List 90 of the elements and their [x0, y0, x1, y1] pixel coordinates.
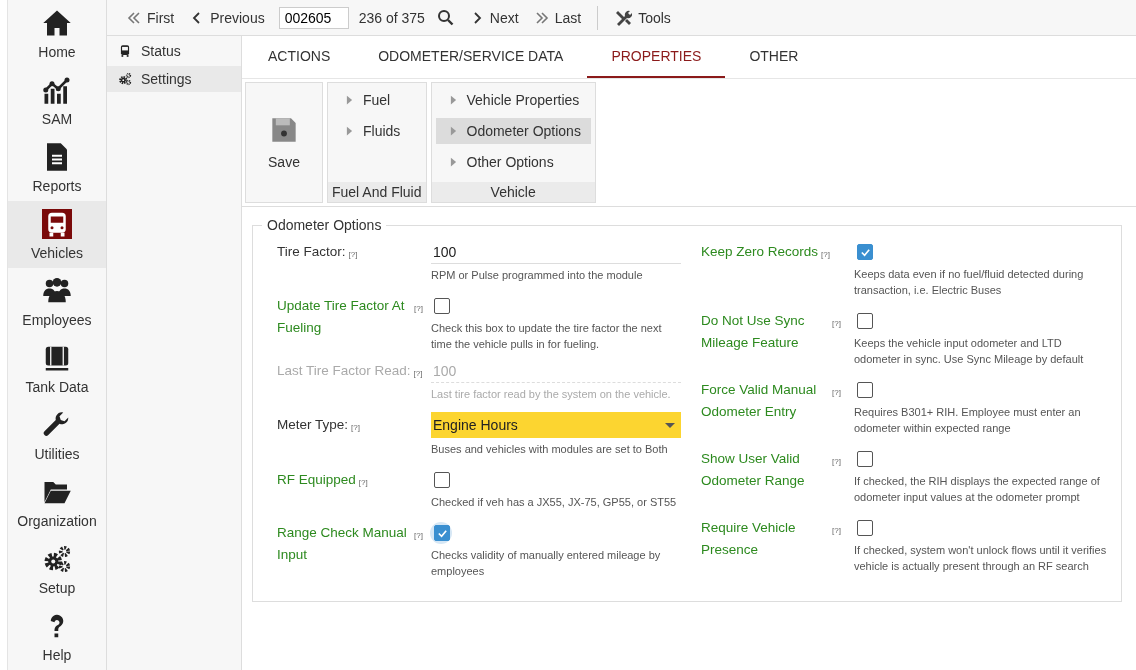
last-button[interactable]: Last [526, 3, 590, 32]
nav-item[interactable]: Organization [8, 469, 106, 536]
field-description: Check this box to update the tire factor the next time the vehicle pulls in for fueling. [431, 321, 663, 352]
help-link[interactable]: [?] [348, 250, 358, 259]
checkbox[interactable] [857, 520, 873, 536]
record-position: 236 of 375 [358, 9, 425, 26]
bus-icon [118, 44, 132, 58]
text-field: 100 [431, 360, 681, 383]
field-label: Do Not Use Sync Mileage Feature [701, 312, 806, 352]
help-link[interactable]: [?] [832, 319, 841, 328]
field-label: Meter Type: [277, 416, 349, 434]
side-menu-item[interactable]: Settings [107, 66, 241, 92]
check-icon [436, 527, 448, 539]
nav-item[interactable]: Vehicles [8, 201, 106, 268]
triangle-icon [449, 94, 457, 106]
tab[interactable]: PROPERTIES [587, 36, 726, 78]
field-description: Checked if veh has a JX55, JX-75, GP55, or ST55 [431, 495, 678, 510]
record-field[interactable]: 002605 [278, 6, 349, 29]
field-label: Require Vehicle Presence [701, 519, 797, 559]
checkbox[interactable] [434, 298, 450, 314]
ribbon-item[interactable]: Other Options [435, 149, 591, 175]
triangle-icon [449, 125, 457, 137]
field-description: Buses and vehicles with modules are set to Both [431, 442, 669, 457]
checkbox[interactable] [434, 472, 450, 488]
search-icon [436, 9, 454, 26]
triangle-icon [449, 156, 457, 168]
field-description: Keeps data even if no fuel/fluid detected during transaction, i.e. Electric Buses [854, 267, 1085, 298]
nav-item[interactable]: Utilities [8, 402, 106, 469]
nav-item[interactable]: Tank Data [8, 335, 106, 402]
help-link[interactable]: [?] [821, 250, 830, 259]
double-chevron-right-icon [534, 10, 549, 25]
tab[interactable]: OTHER [725, 36, 823, 78]
first-button[interactable]: First [119, 3, 183, 32]
field-description: Keeps the vehicle input odometer and LTD odometer in sync. Use Sync Mileage by default [854, 336, 1085, 367]
ribbon-item[interactable]: Vehicle Properties [435, 87, 591, 113]
field-description: Requires B301+ RIH. Employee must enter an odometer within expected range [854, 405, 1082, 436]
tab[interactable]: ACTIONS [244, 36, 355, 78]
tools-icon [614, 8, 633, 27]
field-label: Keep Zero Records [701, 243, 819, 261]
gears-icon [42, 543, 72, 574]
field-description: RPM or Pulse programmed into the module [431, 268, 644, 283]
field-label: Tire Factor: [277, 243, 346, 261]
tools-button[interactable]: Tools [606, 3, 679, 32]
ribbon-item[interactable]: Odometer Options [435, 118, 591, 144]
nav-item[interactable]: Setup [8, 536, 106, 603]
field-description: If checked, system won't unlock flows until it verifies vehicle is actually present through an RF search [854, 543, 1107, 574]
field-label: Update Tire Factor At Fueling [277, 297, 406, 337]
nav-item[interactable]: Help [8, 603, 106, 670]
field-label: RF Equipped [277, 471, 356, 489]
help-link[interactable]: [?] [414, 304, 423, 313]
field-label: Last Tire Factor Read: [277, 362, 411, 380]
next-button[interactable]: Next [461, 3, 527, 32]
triangle-icon [346, 94, 353, 106]
bus-icon [42, 208, 72, 239]
checkbox[interactable] [857, 382, 873, 398]
help-link[interactable]: [?] [414, 531, 423, 540]
field-description: Checks validity of manually entered mileage by employees [431, 548, 662, 579]
checkbox[interactable] [857, 451, 873, 467]
field-label: Range Check Manual Input [277, 524, 408, 564]
checkbox[interactable] [857, 313, 873, 329]
caret-icon [665, 422, 675, 428]
nav-item[interactable]: Home [8, 0, 106, 67]
ribbon-item[interactable]: Fuel [332, 87, 422, 113]
dropdown[interactable]: Engine Hours [431, 412, 681, 438]
ribbon-item[interactable]: Fluids [332, 118, 422, 144]
triangle-icon [346, 125, 353, 137]
field-label: Show User Valid Odometer Range [701, 450, 806, 490]
field-description: If checked, the RIH displays the expected range of odometer input values at the odometer prompt [854, 474, 1101, 505]
help-link[interactable]: [?] [832, 388, 841, 397]
help-link[interactable]: [?] [351, 423, 360, 432]
nav-item[interactable]: Employees [8, 268, 106, 335]
help-link[interactable]: [?] [832, 457, 841, 466]
help-link[interactable]: [?] [832, 526, 841, 535]
checkbox[interactable] [857, 244, 873, 260]
save-button[interactable]: Save [245, 82, 323, 203]
tab[interactable]: ODOMETER/SERVICE DATA [354, 36, 588, 78]
help-link[interactable]: [?] [358, 478, 368, 487]
nav-item[interactable]: SAM [8, 67, 106, 134]
text-field[interactable]: 100 [431, 241, 681, 264]
nav-item[interactable]: Reports [8, 134, 106, 201]
side-menu-item[interactable]: Status [107, 38, 241, 64]
check-icon [859, 246, 871, 258]
gears-icon [118, 72, 132, 86]
section-legend: Odometer Options [262, 217, 387, 233]
group-title: Fuel And Fluid [328, 182, 426, 202]
field-label: Force Valid Manual Odometer Entry [701, 381, 818, 421]
previous-button[interactable]: Previous [182, 3, 273, 32]
field-description: Last tire factor read by the system on the vehicle. [431, 387, 672, 402]
group-title: Vehicle [431, 182, 595, 202]
double-chevron-left-icon [127, 10, 141, 25]
